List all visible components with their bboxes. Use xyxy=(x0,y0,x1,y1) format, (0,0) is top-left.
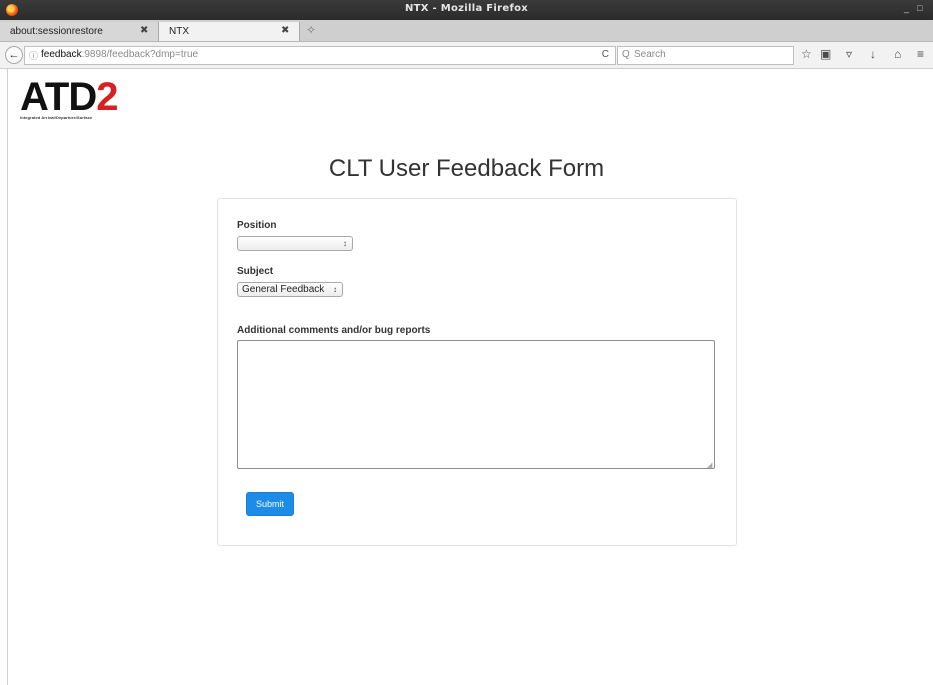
resize-grip-icon[interactable]: ◢ xyxy=(707,461,712,469)
page-title: CLT User Feedback Form xyxy=(328,155,605,182)
bookmark-star-icon[interactable]: ☆ xyxy=(801,48,812,60)
tab-close-icon[interactable]: ✖ xyxy=(140,25,148,36)
back-button[interactable]: ← xyxy=(5,46,23,64)
tab-label: NTX xyxy=(169,26,189,37)
subject-label: Subject xyxy=(237,266,274,277)
logo-text: ATD2 xyxy=(20,77,119,117)
site-info-icon[interactable]: ⓘ xyxy=(29,49,38,62)
library-icon[interactable]: ▣ xyxy=(820,48,831,60)
logo-atd: ATD xyxy=(20,75,97,119)
atd2-logo: ATD2 Integrated Arrival/Departure/Surfac… xyxy=(20,77,119,120)
search-icon: Q xyxy=(622,49,630,60)
new-tab-icon[interactable]: ✧ xyxy=(306,23,316,37)
tab-label: about:sessionrestore xyxy=(10,26,103,37)
position-select[interactable]: ↕ xyxy=(237,236,353,251)
tab-sessionrestore[interactable]: about:sessionrestore ✖ xyxy=(0,22,158,41)
comments-textarea[interactable] xyxy=(237,340,715,469)
tab-strip: about:sessionrestore ✖ NTX ✖ ✧ xyxy=(0,20,933,42)
navigation-bar: ← ⓘ feedback:9898/feedback?dmp=true C Q … xyxy=(0,42,933,69)
menu-icon[interactable]: ≡ xyxy=(917,48,924,60)
select-arrow-icon: ↕ xyxy=(333,285,337,294)
comments-label: Additional comments and/or bug reports xyxy=(237,325,431,336)
submit-button[interactable]: Submit xyxy=(246,492,294,516)
search-bar[interactable]: Q xyxy=(617,46,794,65)
url-path: :9898/feedback?dmp=true xyxy=(81,49,199,60)
url-host: feedback xyxy=(41,49,82,60)
subject-value: General Feedback xyxy=(242,284,325,295)
search-input[interactable] xyxy=(634,48,784,61)
minimize-button[interactable]: _ xyxy=(904,3,909,13)
pocket-icon[interactable]: ▿ xyxy=(846,48,852,60)
select-arrow-icon: ↕ xyxy=(343,239,347,248)
window-title: NTX - Mozilla Firefox xyxy=(404,3,529,14)
download-icon[interactable]: ↓ xyxy=(870,48,876,60)
position-label: Position xyxy=(237,220,277,231)
home-icon[interactable]: ⌂ xyxy=(894,48,901,60)
tab-ntx[interactable]: NTX ✖ xyxy=(158,22,300,41)
logo-two: 2 xyxy=(96,75,118,119)
reload-icon[interactable]: C xyxy=(602,49,609,60)
feedback-form-card: Position ↕ Subject General Feedback ↕ Ad… xyxy=(217,198,737,546)
url-bar[interactable]: ⓘ feedback:9898/feedback?dmp=true C xyxy=(24,46,616,65)
window-titlebar: NTX - Mozilla Firefox _ □ xyxy=(0,0,933,20)
url-text[interactable]: feedback:9898/feedback?dmp=true xyxy=(41,49,198,60)
tab-close-icon[interactable]: ✖ xyxy=(281,25,289,36)
subject-select[interactable]: General Feedback ↕ xyxy=(237,282,343,297)
maximize-button[interactable]: □ xyxy=(917,3,922,13)
